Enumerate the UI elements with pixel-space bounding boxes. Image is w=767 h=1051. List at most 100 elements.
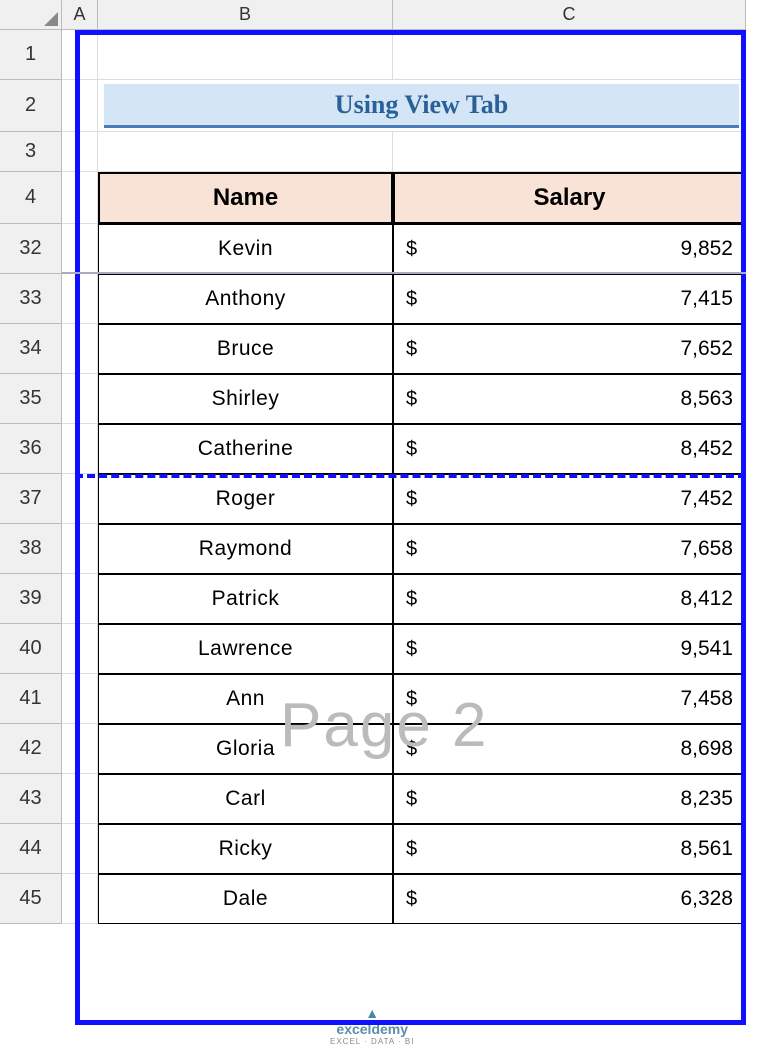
row-header[interactable]: 44 — [0, 824, 62, 874]
name-cell[interactable]: Ann — [98, 674, 393, 724]
salary-cell[interactable]: $8,561 — [393, 824, 746, 874]
name-cell[interactable]: Anthony — [98, 274, 393, 324]
table-header-salary[interactable]: Salary — [393, 172, 746, 224]
salary-cell[interactable]: $8,235 — [393, 774, 746, 824]
currency-symbol: $ — [406, 538, 417, 561]
salary-cell[interactable]: $7,415 — [393, 274, 746, 324]
cell[interactable] — [62, 80, 98, 132]
row-header[interactable]: 1 — [0, 30, 62, 80]
salary-value: 8,412 — [680, 587, 733, 611]
cell[interactable] — [62, 724, 98, 774]
table-header-name[interactable]: Name — [98, 172, 393, 224]
cell[interactable] — [62, 874, 98, 924]
title-banner: Using View Tab — [104, 84, 739, 128]
row-header[interactable]: 42 — [0, 724, 62, 774]
salary-value: 7,415 — [680, 287, 733, 311]
currency-symbol: $ — [406, 338, 417, 361]
cell[interactable] — [62, 824, 98, 874]
row-header[interactable]: 3 — [0, 132, 62, 172]
page-break-dashed — [75, 474, 746, 478]
page-break-border — [75, 30, 80, 1024]
cell[interactable] — [62, 132, 98, 172]
cell[interactable] — [62, 324, 98, 374]
salary-cell[interactable]: $7,452 — [393, 474, 746, 524]
name-cell[interactable]: Gloria — [98, 724, 393, 774]
row-header[interactable]: 45 — [0, 874, 62, 924]
name-cell[interactable]: Dale — [98, 874, 393, 924]
cell[interactable] — [62, 424, 98, 474]
freeze-pane-line — [62, 272, 746, 274]
currency-symbol: $ — [406, 738, 417, 761]
currency-symbol: $ — [406, 288, 417, 311]
salary-cell[interactable]: $6,328 — [393, 874, 746, 924]
select-all-corner[interactable] — [0, 0, 62, 30]
cell[interactable] — [62, 274, 98, 324]
salary-value: 7,458 — [680, 687, 733, 711]
cell[interactable] — [62, 574, 98, 624]
row-header[interactable]: 37 — [0, 474, 62, 524]
salary-value: 7,452 — [680, 487, 733, 511]
cell[interactable] — [62, 172, 98, 224]
page-break-border — [741, 30, 746, 1024]
row-header[interactable]: 40 — [0, 624, 62, 674]
row-header[interactable]: 34 — [0, 324, 62, 374]
row-header[interactable]: 39 — [0, 574, 62, 624]
salary-value: 9,852 — [680, 237, 733, 261]
row-header[interactable]: 33 — [0, 274, 62, 324]
name-cell[interactable]: Bruce — [98, 324, 393, 374]
salary-value: 6,328 — [680, 887, 733, 911]
name-cell[interactable]: Patrick — [98, 574, 393, 624]
cell[interactable] — [62, 474, 98, 524]
cell[interactable] — [62, 774, 98, 824]
name-cell[interactable]: Roger — [98, 474, 393, 524]
name-cell[interactable]: Raymond — [98, 524, 393, 574]
cell[interactable] — [98, 30, 393, 80]
row-header[interactable]: 2 — [0, 80, 62, 132]
currency-symbol: $ — [406, 488, 417, 511]
salary-cell[interactable]: $7,458 — [393, 674, 746, 724]
cell[interactable] — [62, 524, 98, 574]
row-header[interactable]: 32 — [0, 224, 62, 274]
column-header-b[interactable]: B — [98, 0, 393, 30]
row-header[interactable]: 35 — [0, 374, 62, 424]
name-cell[interactable]: Carl — [98, 774, 393, 824]
cell[interactable] — [62, 374, 98, 424]
salary-value: 8,452 — [680, 437, 733, 461]
currency-symbol: $ — [406, 888, 417, 911]
currency-symbol: $ — [406, 688, 417, 711]
column-header-a[interactable]: A — [62, 0, 98, 30]
name-cell[interactable]: Ricky — [98, 824, 393, 874]
name-cell[interactable]: Kevin — [98, 224, 393, 274]
salary-cell[interactable]: $7,658 — [393, 524, 746, 574]
currency-symbol: $ — [406, 388, 417, 411]
cell[interactable] — [393, 30, 746, 80]
cell[interactable] — [393, 132, 746, 172]
cell[interactable] — [62, 674, 98, 724]
row-header[interactable]: 36 — [0, 424, 62, 474]
spreadsheet-grid: A B C 1 2 Using View Tab 3 4 Name Salary… — [0, 0, 767, 924]
salary-cell[interactable]: $9,541 — [393, 624, 746, 674]
salary-value: 8,698 — [680, 737, 733, 761]
name-cell[interactable]: Catherine — [98, 424, 393, 474]
title-cell[interactable]: Using View Tab — [98, 80, 746, 132]
row-header[interactable]: 4 — [0, 172, 62, 224]
currency-symbol: $ — [406, 438, 417, 461]
salary-cell[interactable]: $8,452 — [393, 424, 746, 474]
row-header[interactable]: 41 — [0, 674, 62, 724]
salary-cell[interactable]: $7,652 — [393, 324, 746, 374]
name-cell[interactable]: Lawrence — [98, 624, 393, 674]
cell[interactable] — [98, 132, 393, 172]
row-header[interactable]: 43 — [0, 774, 62, 824]
row-header[interactable]: 38 — [0, 524, 62, 574]
salary-cell[interactable]: $9,852 — [393, 224, 746, 274]
page-break-border — [75, 1020, 746, 1025]
column-header-c[interactable]: C — [393, 0, 746, 30]
name-cell[interactable]: Shirley — [98, 374, 393, 424]
salary-cell[interactable]: $8,563 — [393, 374, 746, 424]
cell[interactable] — [62, 30, 98, 80]
brand-watermark: ▲ exceldemy EXCEL · DATA · BI — [330, 1005, 414, 1046]
cell[interactable] — [62, 624, 98, 674]
salary-cell[interactable]: $8,412 — [393, 574, 746, 624]
cell[interactable] — [62, 224, 98, 274]
salary-cell[interactable]: $8,698 — [393, 724, 746, 774]
